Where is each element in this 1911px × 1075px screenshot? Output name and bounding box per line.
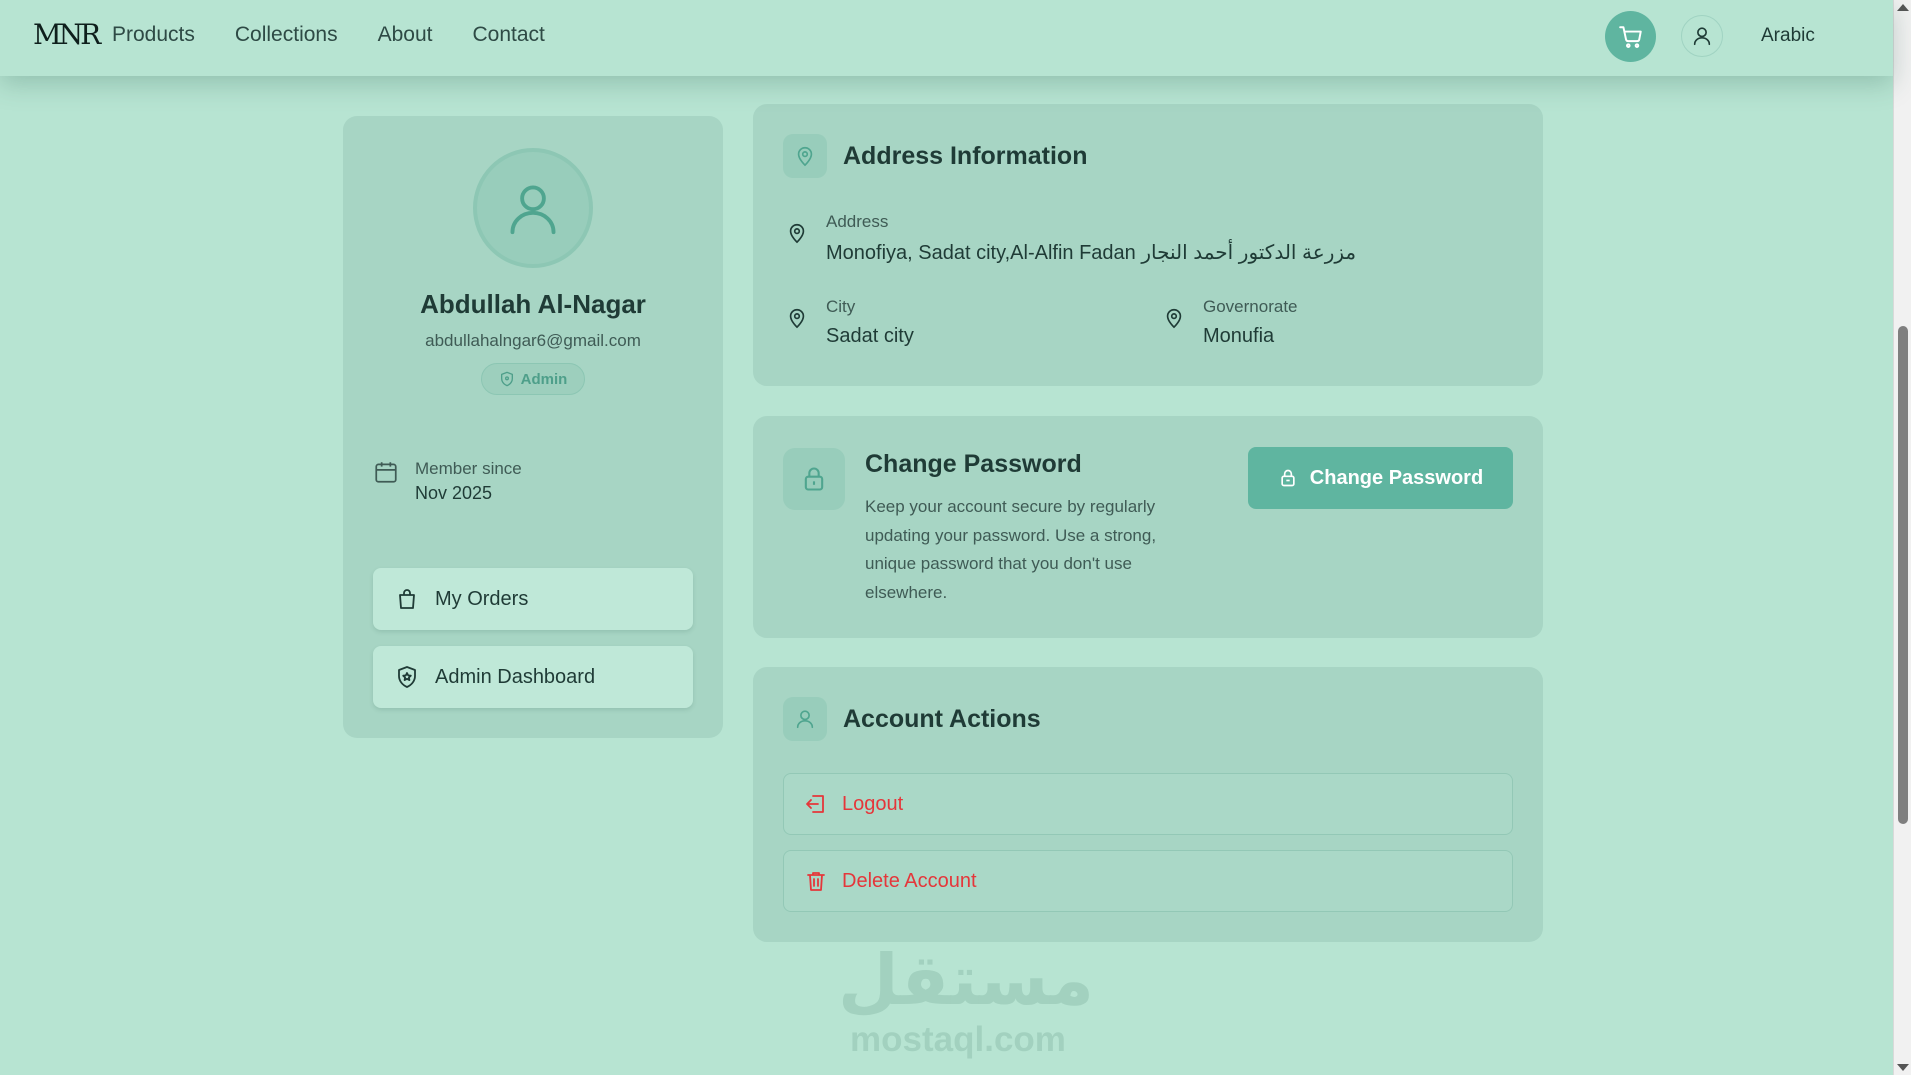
profile-email: abdullahalngar6@gmail.com bbox=[425, 331, 641, 350]
profile-card: Abdullah Al-Nagar abdullahalngar6@gmail.… bbox=[343, 116, 723, 738]
account-actions-card-icon bbox=[783, 697, 827, 741]
map-pin-icon bbox=[789, 308, 805, 329]
top-navbar: MNR Products Collections About Contact A… bbox=[0, 0, 1893, 76]
my-orders-button[interactable]: My Orders bbox=[373, 568, 693, 630]
address-card-icon bbox=[783, 134, 827, 178]
delete-account-label: Delete Account bbox=[842, 869, 977, 892]
cart-icon bbox=[1618, 25, 1642, 48]
change-password-button[interactable]: Change Password bbox=[1248, 447, 1513, 509]
governorate-value: Monufia bbox=[1203, 325, 1275, 347]
scroll-up-arrow-icon[interactable] bbox=[1897, 4, 1909, 11]
logout-button[interactable]: Logout bbox=[783, 773, 1513, 835]
account-actions-title: Account Actions bbox=[843, 705, 1041, 733]
nav-collections[interactable]: Collections bbox=[235, 23, 338, 47]
profile-name: Abdullah Al-Nagar bbox=[420, 289, 646, 319]
user-icon bbox=[796, 710, 814, 729]
shield-star-icon bbox=[398, 666, 416, 688]
main-nav: Products Collections About Contact bbox=[112, 23, 545, 47]
member-since-value: Nov 2025 bbox=[415, 483, 493, 503]
nav-about[interactable]: About bbox=[378, 23, 433, 47]
delete-account-button[interactable]: Delete Account bbox=[783, 850, 1513, 912]
cart-button[interactable] bbox=[1605, 11, 1656, 62]
nav-contact[interactable]: Contact bbox=[472, 23, 544, 47]
page-scrollbar[interactable] bbox=[1893, 0, 1911, 1075]
watermark-logo: مستقل mostaql.com bbox=[838, 939, 1095, 1060]
admin-dashboard-button[interactable]: Admin Dashboard bbox=[373, 646, 693, 708]
city-label: City bbox=[826, 297, 856, 316]
governorate-label: Governorate bbox=[1203, 297, 1298, 316]
scroll-thumb[interactable] bbox=[1898, 326, 1908, 824]
governorate-field: Governorate Monufia bbox=[1163, 297, 1298, 348]
shield-icon bbox=[500, 371, 513, 387]
city-field: City Sadat city bbox=[786, 297, 914, 348]
role-badge-label: Admin bbox=[520, 370, 568, 388]
address-value: Monofiya, Sadat city,Al-Alfin Fadan مزرع… bbox=[826, 242, 1357, 264]
nav-products[interactable]: Products bbox=[112, 23, 195, 47]
password-card-icon bbox=[783, 448, 845, 510]
change-password-description: Keep your account secure by regularly up… bbox=[865, 497, 1157, 602]
watermark-arabic: مستقل bbox=[838, 939, 1095, 1021]
shopping-bag-icon bbox=[399, 589, 415, 609]
role-badge: Admin bbox=[481, 363, 585, 395]
trash-icon bbox=[807, 872, 825, 891]
scroll-down-arrow-icon[interactable] bbox=[1897, 1064, 1909, 1071]
brand-logo[interactable]: MNR bbox=[33, 18, 101, 51]
user-account-button[interactable] bbox=[1681, 15, 1723, 57]
lock-icon bbox=[1281, 469, 1295, 487]
lock-icon bbox=[804, 467, 824, 491]
member-since: Member since Nov 2025 bbox=[373, 459, 522, 504]
address-label: Address bbox=[826, 212, 889, 231]
user-icon bbox=[1693, 27, 1711, 46]
my-orders-label: My Orders bbox=[435, 587, 529, 610]
change-password-title: Change Password bbox=[865, 450, 1082, 478]
logout-label: Logout bbox=[842, 792, 904, 815]
account-actions-card: Account Actions Logout Delete Account bbox=[753, 667, 1543, 942]
admin-dashboard-label: Admin Dashboard bbox=[435, 665, 596, 688]
logout-icon bbox=[806, 795, 824, 813]
address-information-card: Address Information Address Monofiya, Sa… bbox=[753, 104, 1543, 386]
map-pin-icon bbox=[797, 146, 813, 167]
avatar bbox=[473, 148, 593, 268]
address-card-title: Address Information bbox=[843, 142, 1088, 170]
city-value: Sadat city bbox=[826, 325, 914, 347]
map-pin-icon bbox=[1166, 308, 1182, 329]
watermark-latin: mostaql.com bbox=[850, 1020, 1066, 1059]
address-field: Address Monofiya, Sadat city,Al-Alfin Fa… bbox=[786, 212, 1356, 265]
language-toggle[interactable]: Arabic bbox=[1761, 25, 1815, 47]
calendar-icon bbox=[375, 462, 397, 483]
member-since-label: Member since bbox=[415, 459, 522, 478]
map-pin-icon bbox=[789, 223, 805, 244]
change-password-card: Change Password Keep your account secure… bbox=[753, 416, 1543, 638]
change-password-button-label: Change Password bbox=[1309, 466, 1484, 489]
user-avatar-icon bbox=[510, 185, 556, 235]
